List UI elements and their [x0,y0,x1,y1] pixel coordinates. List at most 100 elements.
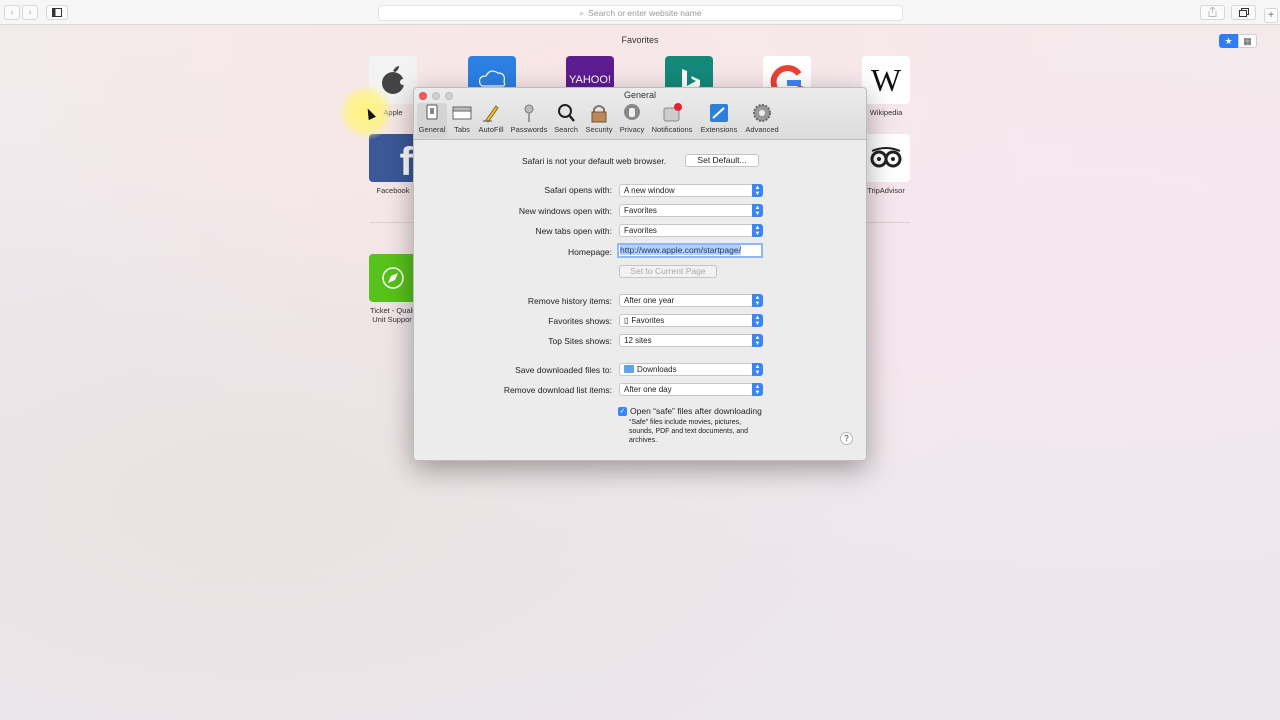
tab-tabs-label: Tabs [454,125,470,134]
chevron-updown-icon: ▲ ▼ [752,294,763,307]
favorite-tile-facebook[interactable]: f [369,134,417,182]
save-downloads-popup[interactable]: Downloads ▲ ▼ [619,363,763,376]
safe-note-line-1: “Safe” files include movies, pictures, [629,419,742,426]
save-downloads-label: Save downloaded files to: [515,365,612,375]
notifications-icon [661,103,683,123]
new-tabs-value: Favorites [624,226,657,235]
tab-general-label: General [418,125,446,134]
sidebar-icon [52,8,62,17]
top-sites-label: Top Sites shows: [548,336,612,346]
set-to-current-page-button[interactable]: Set to Current Page [619,265,717,278]
tab-passwords[interactable]: Passwords [509,103,549,138]
chevron-updown-icon: ▲ ▼ [752,184,763,197]
preferences-window: General General Tabs AutoFill Passwords … [413,87,867,461]
tab-security-label: Security [585,125,613,134]
tab-tabs[interactable]: Tabs [450,103,474,138]
tab-privacy-label: Privacy [619,125,645,134]
tab-passwords-label: Passwords [510,125,548,134]
new-tabs-label: New tabs open with: [535,226,612,236]
tabs-icon [1238,8,1249,17]
save-downloads-value: Downloads [637,365,677,374]
remove-download-value: After one day [624,385,672,394]
extensions-icon [708,103,730,123]
grid-icon[interactable]: ▦ [1238,34,1257,48]
favorites-view-toggle[interactable]: ★ ▦ [1219,34,1257,48]
homepage-field[interactable]: http://www.apple.com/startpage/ [617,243,763,258]
default-browser-text: Safari is not your default web browser. [522,156,667,166]
tab-advanced-label: Advanced [745,125,779,134]
preferences-toolbar: General General Tabs AutoFill Passwords … [414,88,866,140]
address-bar[interactable]: ⌕ Search or enter website name [378,5,903,21]
favorite-tile-ticket[interactable] [369,254,417,302]
star-icon[interactable]: ★ [1219,34,1238,48]
tab-privacy[interactable]: Privacy [617,103,647,138]
open-safe-checkbox[interactable]: ✓ [618,407,627,416]
remove-download-label: Remove download list items: [503,385,612,395]
tab-notifications[interactable]: Notifications [650,103,694,138]
chevron-updown-icon: ▲ ▼ [752,314,763,327]
plus-icon: + [1268,10,1274,21]
homepage-label: Homepage: [568,247,612,257]
tab-advanced[interactable]: Advanced [743,103,781,138]
general-icon [421,103,443,123]
tab-autofill[interactable]: AutoFill [477,103,505,138]
forward-icon: › [28,7,32,18]
opens-with-popup[interactable]: A new window ▲ ▼ [619,184,763,197]
tab-extensions-label: Extensions [700,125,738,134]
chevron-updown-icon: ▲ ▼ [752,383,763,396]
favorites-shows-popup[interactable]: ▯ Favorites ▲ ▼ [619,314,763,327]
hand-icon [621,103,643,123]
favorites-shows-value: Favorites [631,316,665,325]
tab-autofill-label: AutoFill [478,125,504,134]
remove-download-popup[interactable]: After one day ▲ ▼ [619,383,763,396]
favorite-tile-tripadvisor[interactable] [862,134,910,182]
tabs-pref-icon [451,103,473,123]
tripadvisor-logo-icon [870,147,902,168]
set-default-button[interactable]: Set Default... [685,154,759,167]
remove-history-popup[interactable]: After one year ▲ ▼ [619,294,763,307]
compass-icon [382,267,404,289]
share-button[interactable] [1200,5,1225,20]
safe-note-line-2: sounds, PDF and text documents, and [629,428,749,435]
remove-history-label: Remove history items: [527,296,612,306]
new-windows-value: Favorites [624,206,657,215]
back-icon: ‹ [10,7,14,18]
chevron-updown-icon: ▲ ▼ [752,204,763,217]
new-windows-label: New windows open with: [518,206,612,216]
favorites-title: Favorites [621,35,659,45]
help-button[interactable]: ? [840,432,853,445]
chevron-updown-icon: ▲ ▼ [752,334,763,347]
top-sites-popup[interactable]: 12 sites ▲ ▼ [619,334,763,347]
back-button[interactable]: ‹ [4,5,20,20]
opens-with-label: Safari opens with: [544,185,612,195]
favorite-tile-wikipedia[interactable]: W [862,56,910,104]
folder-icon [624,365,634,373]
sidebar-button[interactable] [46,5,68,20]
tab-general[interactable]: General [417,103,447,138]
lock-icon [588,103,610,123]
window-title: General [623,90,657,100]
tab-security[interactable]: Security [583,103,615,138]
tab-extensions[interactable]: Extensions [699,103,739,138]
tab-search[interactable]: Search [552,103,580,138]
search-icon: ⌕ [579,8,585,18]
forward-button[interactable]: › [22,5,38,20]
open-safe-label[interactable]: Open “safe” files after downloading [630,406,762,416]
safe-note-line-3: archives. [629,437,658,444]
key-icon [518,103,540,123]
homepage-value: http://www.apple.com/startpage/ [620,245,741,255]
chevron-updown-icon: ▲ ▼ [752,363,763,376]
favorites-shows-label: Favorites shows: [548,316,612,326]
tab-search-label: Search [554,125,578,134]
top-sites-value: 12 sites [624,336,652,345]
facebook-logo-icon: f [399,140,413,182]
new-tab-button[interactable]: + [1264,8,1278,23]
address-placeholder: Search or enter website name [588,8,702,18]
new-tabs-popup[interactable]: Favorites ▲ ▼ [619,224,763,237]
browser-toolbar: ‹ › ⌕ Search or enter website name + [0,0,1280,25]
gear-icon [751,103,773,123]
opens-with-value: A new window [624,186,675,195]
yahoo-logo: YAHOO! [569,74,611,86]
tabs-overview-button[interactable] [1231,5,1256,20]
new-windows-popup[interactable]: Favorites ▲ ▼ [619,204,763,217]
